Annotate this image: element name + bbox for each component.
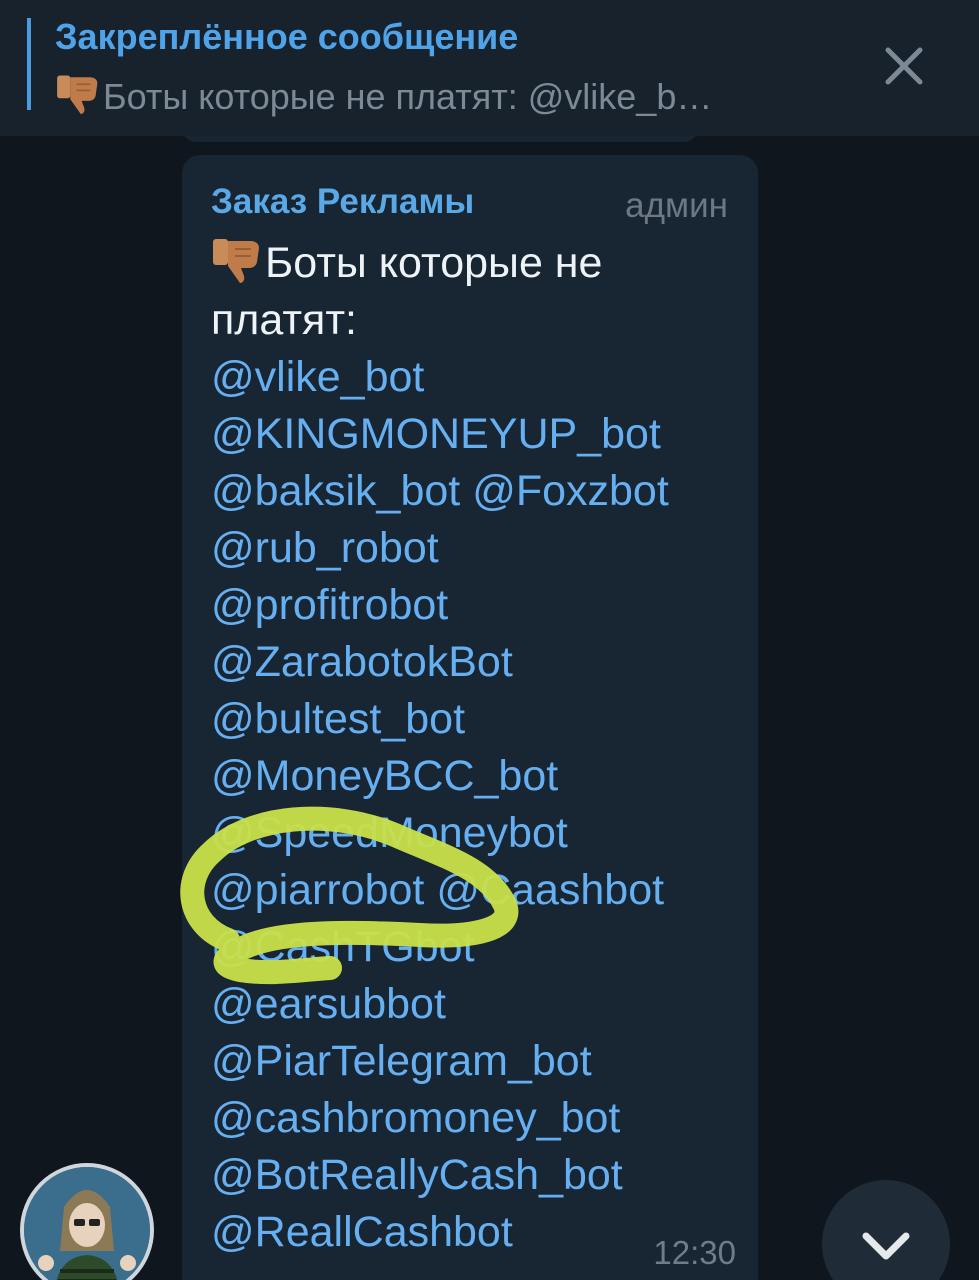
mention-line: @cashbromoney_bot [211,1090,751,1147]
chat-screen: Заказ Рекламы админ Боты которые не плат… [0,0,979,1280]
message-bubble[interactable]: Заказ Рекламы админ Боты которые не плат… [182,155,758,1280]
admin-badge: админ [625,186,728,225]
bot-mention-link[interactable]: @PiarTelegram_bot [211,1037,592,1085]
bot-mention-link[interactable]: @vlike_bot [211,353,424,401]
chevron-down-icon [862,1232,910,1260]
mention-line: @ZarabotokBot [211,634,751,691]
mention-line: @baksik_bot @Foxzbot [211,463,751,520]
mention-line: @CashTGbot [211,919,751,976]
bot-mention-link[interactable]: @ZarabotokBot [211,638,513,686]
bot-mention-link[interactable]: @Caashbot [436,866,664,914]
message-text: Боты которые не платят: @vlike_bot @KINGM… [211,235,751,1261]
message-time: 12:30 [653,1234,736,1271]
mention-line: @bultest_bot [211,691,751,748]
mention-line: @KINGMONEYUP_bot [211,406,751,463]
mention-line: @earsubbot [211,976,751,1033]
pinned-accent-line [27,18,31,110]
pinned-message-bar[interactable]: Закреплённое сообщение Боты которые не п… [0,0,979,136]
bot-mention-link[interactable]: @SpeedMoneybot [211,809,568,857]
bot-mention-link[interactable]: @cashbromoney_bot [211,1094,620,1142]
scroll-down-button[interactable] [822,1180,950,1280]
message-intro: Боты которые не платят: [211,235,751,349]
thumbs-down-emoji [57,75,98,114]
mention-line: @MoneyBCC_bot [211,748,751,805]
mention-line: @vlike_bot [211,349,751,406]
bot-mention-link[interactable]: @CashTGbot [211,923,475,971]
close-icon-glyph [885,47,923,85]
bot-mention-link[interactable]: @bultest_bot [211,695,465,743]
bot-mention-link[interactable]: @rub_robot [211,524,439,572]
sender-name[interactable]: Заказ Рекламы [211,182,474,222]
pinned-preview-text: Боты которые не платят: @vlike_b… [103,76,713,117]
mention-line: @BotReallyCash_bot [211,1147,751,1204]
avatar-illustration [24,1167,150,1280]
pinned-preview: Боты которые не платят: @vlike_b… [55,72,825,118]
pinned-title: Закреплённое сообщение [55,16,519,57]
mention-list: @vlike_bot @KINGMONEYUP_bot @baksik_bot @F… [211,349,751,1261]
bot-mention-link[interactable]: @BotReallyCash_bot [211,1151,623,1199]
bot-mention-link[interactable]: @KINGMONEYUP_bot [211,410,661,458]
bot-mention-link[interactable]: @piarrobot [211,866,424,914]
bot-mention-link[interactable]: @earsubbot [211,980,446,1028]
bot-mention-link[interactable]: @MoneyBCC_bot [211,752,558,800]
message-intro-text: Боты которые не платят: [211,239,603,344]
thumbs-down-emoji [213,239,259,283]
mention-line: @PiarTelegram_bot [211,1033,751,1090]
mention-line: @rub_robot [211,520,751,577]
bot-mention-link[interactable]: @Foxzbot [472,467,669,515]
bot-mention-link[interactable]: @profitrobot [211,581,448,629]
close-icon[interactable] [878,40,930,92]
mention-line: @SpeedMoneybot [211,805,751,862]
user-avatar[interactable] [20,1163,154,1280]
mention-line: @piarrobot @Caashbot [211,862,751,919]
mention-line: @profitrobot [211,577,751,634]
bot-mention-link[interactable]: @baksik_bot [211,467,460,515]
bot-mention-link[interactable]: @ReallCashbot [211,1208,513,1256]
